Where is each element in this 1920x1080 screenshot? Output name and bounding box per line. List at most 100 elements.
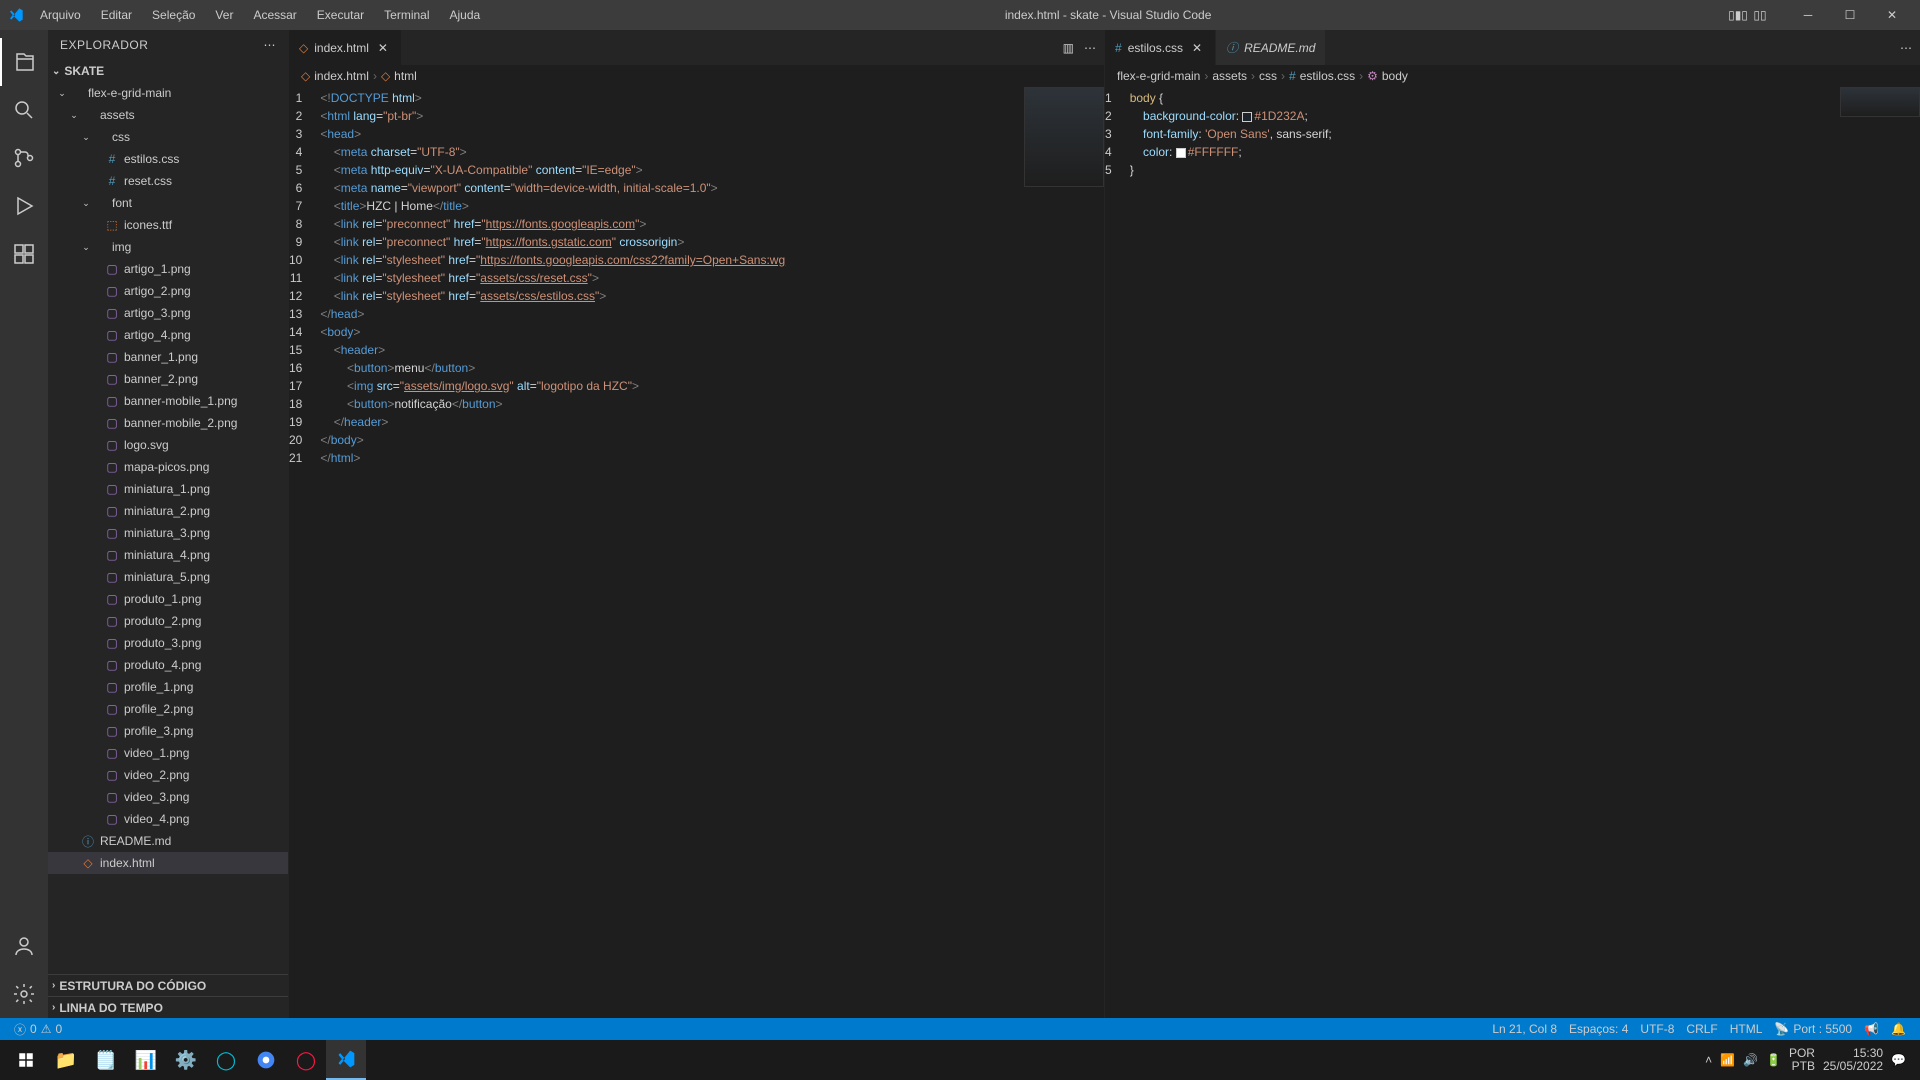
tree-item-reset-css[interactable]: #reset.css xyxy=(48,170,288,192)
menu-executar[interactable]: Executar xyxy=(309,4,372,26)
tree-item-mapa-picos-png[interactable]: ▢mapa-picos.png xyxy=(48,456,288,478)
settings-taskbar-icon[interactable]: ⚙️ xyxy=(166,1040,206,1080)
status-cursor[interactable]: Ln 21, Col 8 xyxy=(1486,1022,1563,1036)
extensions-icon[interactable] xyxy=(0,230,48,278)
tree-item-profile_1-png[interactable]: ▢profile_1.png xyxy=(48,676,288,698)
tree-item-profile_3-png[interactable]: ▢profile_3.png xyxy=(48,720,288,742)
more-icon[interactable]: ⋯ xyxy=(264,38,277,52)
code-editor-left[interactable]: 123456789101112131415161718192021 <!DOCT… xyxy=(289,87,1104,1018)
tree-item-produto_3-png[interactable]: ▢produto_3.png xyxy=(48,632,288,654)
account-icon[interactable] xyxy=(0,922,48,970)
run-debug-icon[interactable] xyxy=(0,182,48,230)
source-control-icon[interactable] xyxy=(0,134,48,182)
taskbar-app-icon[interactable]: ◯ xyxy=(286,1040,326,1080)
tree-item-miniatura_1-png[interactable]: ▢miniatura_1.png xyxy=(48,478,288,500)
close-tab-icon[interactable]: ✕ xyxy=(1189,40,1205,56)
tree-item-logo-svg[interactable]: ▢logo.svg xyxy=(48,434,288,456)
status-language[interactable]: HTML xyxy=(1724,1022,1769,1036)
tree-item-banner_1-png[interactable]: ▢banner_1.png xyxy=(48,346,288,368)
taskbar-app-icon[interactable]: 🗒️ xyxy=(86,1040,126,1080)
tree-item-produto_4-png[interactable]: ▢produto_4.png xyxy=(48,654,288,676)
more-icon[interactable]: ⋯ xyxy=(1900,41,1912,55)
tree-item-profile_2-png[interactable]: ▢profile_2.png xyxy=(48,698,288,720)
tree-item-estilos-css[interactable]: #estilos.css xyxy=(48,148,288,170)
menu-seleção[interactable]: Seleção xyxy=(144,4,203,26)
tree-item-banner_2-png[interactable]: ▢banner_2.png xyxy=(48,368,288,390)
split-editor-icon[interactable]: ▥ xyxy=(1063,41,1074,55)
menu-terminal[interactable]: Terminal xyxy=(376,4,437,26)
tray-language[interactable]: PORPTB xyxy=(1789,1047,1815,1073)
tab-index-html[interactable]: ◇ index.html ✕ xyxy=(289,30,402,65)
tree-item-flex-e-grid-main[interactable]: ⌄flex-e-grid-main xyxy=(48,82,288,104)
tree-item-index-html[interactable]: ◇index.html xyxy=(48,852,288,874)
menu-acessar[interactable]: Acessar xyxy=(245,4,304,26)
project-section[interactable]: ⌄SKATE xyxy=(48,60,288,82)
tree-item-miniatura_2-png[interactable]: ▢miniatura_2.png xyxy=(48,500,288,522)
status-feedback-icon[interactable]: 📢 xyxy=(1858,1022,1885,1036)
layout-split-icon[interactable]: ▯▯ xyxy=(1750,5,1770,25)
file-explorer-taskbar-icon[interactable]: 📁 xyxy=(46,1040,86,1080)
tree-item-miniatura_3-png[interactable]: ▢miniatura_3.png xyxy=(48,522,288,544)
tray-notifications-icon[interactable]: 💬 xyxy=(1891,1053,1906,1067)
outline-section[interactable]: ›ESTRUTURA DO CÓDIGO xyxy=(48,974,288,996)
tree-item-css[interactable]: ⌄css xyxy=(48,126,288,148)
breadcrumb-right[interactable]: flex-e-grid-main›assets›css›# estilos.cs… xyxy=(1105,65,1920,87)
tree-item-video_3-png[interactable]: ▢video_3.png xyxy=(48,786,288,808)
taskbar-app-icon[interactable]: ◯ xyxy=(206,1040,246,1080)
taskbar-app-icon[interactable]: 📊 xyxy=(126,1040,166,1080)
layout-panel-left-icon[interactable]: ▯▮▯ xyxy=(1728,5,1748,25)
code-editor-right[interactable]: 12345 body { background-color: #1D232A; … xyxy=(1105,87,1920,1018)
chrome-taskbar-icon[interactable] xyxy=(246,1040,286,1080)
tray-battery-icon[interactable]: 🔋 xyxy=(1766,1053,1781,1067)
tree-item-produto_1-png[interactable]: ▢produto_1.png xyxy=(48,588,288,610)
tree-item-video_4-png[interactable]: ▢video_4.png xyxy=(48,808,288,830)
tray-network-icon[interactable]: 📶 xyxy=(1720,1053,1735,1067)
tray-chevron-icon[interactable]: ˄ xyxy=(1705,1053,1712,1067)
explorer-icon[interactable] xyxy=(0,38,48,86)
status-eol[interactable]: CRLF xyxy=(1680,1022,1723,1036)
tree-item-artigo_3-png[interactable]: ▢artigo_3.png xyxy=(48,302,288,324)
tree-item-README-md[interactable]: ⓘREADME.md xyxy=(48,830,288,852)
menu-ajuda[interactable]: Ajuda xyxy=(442,4,489,26)
status-liveserver[interactable]: 📡 Port : 5500 xyxy=(1768,1022,1858,1036)
tree-item-video_2-png[interactable]: ▢video_2.png xyxy=(48,764,288,786)
tree-item-icones-ttf[interactable]: ⬚icones.ttf xyxy=(48,214,288,236)
search-icon[interactable] xyxy=(0,86,48,134)
breadcrumb-left[interactable]: ◇index.html › ◇html xyxy=(289,65,1104,87)
close-button[interactable]: ✕ xyxy=(1872,1,1912,29)
tree-item-artigo_2-png[interactable]: ▢artigo_2.png xyxy=(48,280,288,302)
img-icon: ▢ xyxy=(104,702,120,716)
tree-item-img[interactable]: ⌄img xyxy=(48,236,288,258)
tree-item-banner-mobile_2-png[interactable]: ▢banner-mobile_2.png xyxy=(48,412,288,434)
tree-item-artigo_4-png[interactable]: ▢artigo_4.png xyxy=(48,324,288,346)
minimize-button[interactable]: ─ xyxy=(1788,1,1828,29)
tree-item-produto_2-png[interactable]: ▢produto_2.png xyxy=(48,610,288,632)
tab-estilos-css[interactable]: #estilos.css✕ xyxy=(1105,30,1216,65)
status-encoding[interactable]: UTF-8 xyxy=(1634,1022,1680,1036)
tree-item-font[interactable]: ⌄font xyxy=(48,192,288,214)
menu-arquivo[interactable]: Arquivo xyxy=(32,4,89,26)
tree-item-assets[interactable]: ⌄assets xyxy=(48,104,288,126)
menu-ver[interactable]: Ver xyxy=(207,4,241,26)
start-button[interactable] xyxy=(6,1040,46,1080)
status-errors[interactable]: ⓧ0 ⚠0 xyxy=(8,1021,68,1038)
maximize-button[interactable]: ☐ xyxy=(1830,1,1870,29)
more-icon[interactable]: ⋯ xyxy=(1084,41,1096,55)
tree-item-miniatura_4-png[interactable]: ▢miniatura_4.png xyxy=(48,544,288,566)
tree-item-miniatura_5-png[interactable]: ▢miniatura_5.png xyxy=(48,566,288,588)
tree-item-banner-mobile_1-png[interactable]: ▢banner-mobile_1.png xyxy=(48,390,288,412)
status-spaces[interactable]: Espaços: 4 xyxy=(1563,1022,1634,1036)
menu-editar[interactable]: Editar xyxy=(93,4,140,26)
tree-item-artigo_1-png[interactable]: ▢artigo_1.png xyxy=(48,258,288,280)
tree-item-video_1-png[interactable]: ▢video_1.png xyxy=(48,742,288,764)
status-bell-icon[interactable]: 🔔 xyxy=(1885,1022,1912,1036)
close-tab-icon[interactable]: ✕ xyxy=(375,40,391,56)
timeline-section[interactable]: ›LINHA DO TEMPO xyxy=(48,996,288,1018)
minimap[interactable] xyxy=(1840,87,1920,117)
tray-volume-icon[interactable]: 🔊 xyxy=(1743,1053,1758,1067)
settings-gear-icon[interactable] xyxy=(0,970,48,1018)
minimap[interactable] xyxy=(1024,87,1104,187)
vscode-taskbar-icon[interactable] xyxy=(326,1040,366,1080)
tray-clock[interactable]: 15:3025/05/2022 xyxy=(1823,1047,1883,1073)
tab-README-md[interactable]: ⓘREADME.md xyxy=(1216,30,1326,65)
